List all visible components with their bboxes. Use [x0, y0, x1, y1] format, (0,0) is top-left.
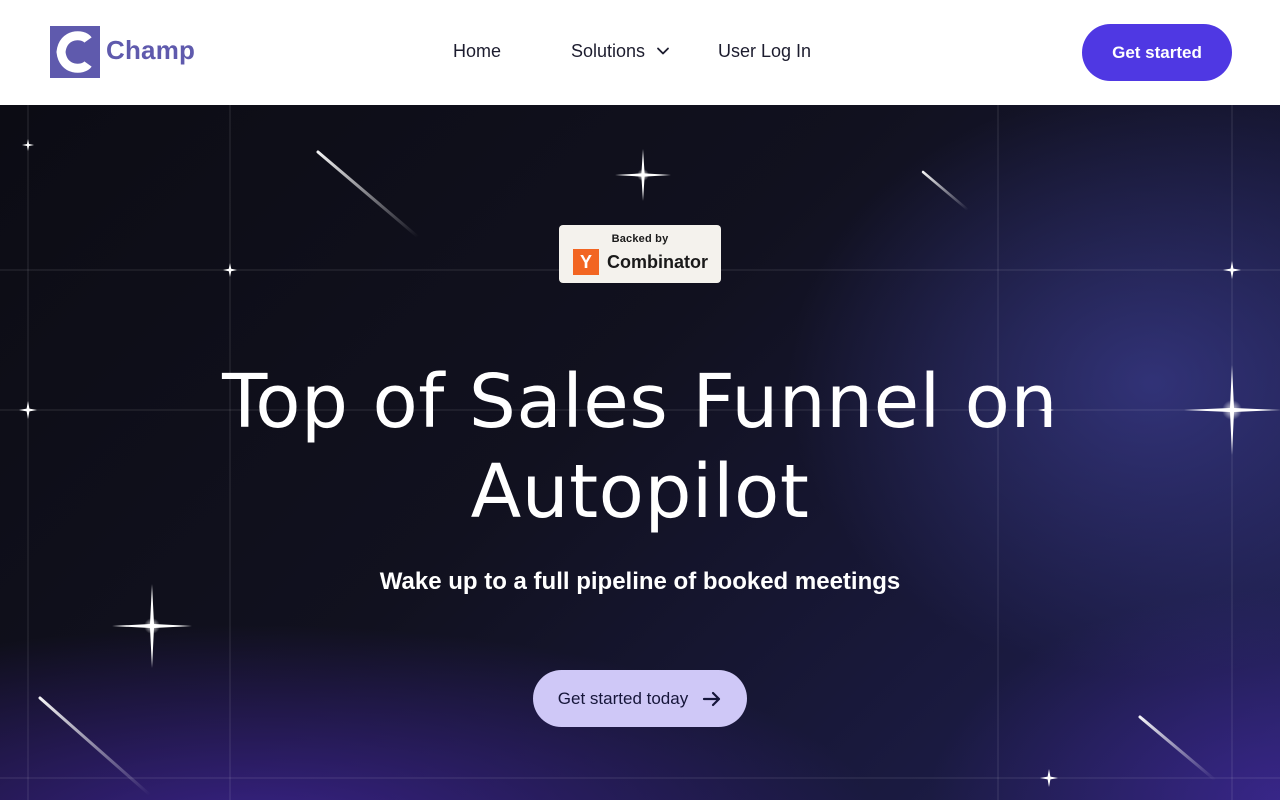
nav-home[interactable]: Home [453, 40, 501, 62]
champ-logo-icon [50, 26, 100, 78]
chevron-down-icon [657, 47, 669, 55]
hero-title-line2: Autopilot [470, 449, 810, 535]
nav-solutions[interactable]: Solutions [571, 40, 670, 62]
yc-logo-icon: Y [573, 249, 599, 275]
hero-title-line1: Top of Sales Funnel on [222, 359, 1058, 445]
hero-title: Top of Sales Funnel on Autopilot [140, 357, 1140, 537]
hero-subtitle: Wake up to a full pipeline of booked mee… [379, 568, 901, 595]
badge-top-text: Backed by [611, 233, 669, 245]
hero-section: Backed by Y Combinator Top of Sales Funn… [0, 105, 1280, 800]
get-started-today-button[interactable]: Get started today [533, 670, 747, 727]
get-started-button[interactable]: Get started [1082, 24, 1232, 81]
arrow-right-icon [703, 691, 721, 706]
cta-label: Get started today [557, 688, 689, 708]
nav-solutions-label: Solutions [571, 41, 646, 61]
yc-badge: Backed by Y Combinator [559, 225, 721, 283]
brand-name: Champ [106, 34, 196, 65]
badge-name: Combinator [607, 252, 708, 272]
nav-user-login[interactable]: User Log In [718, 40, 811, 62]
site-header: Champ Home Solutions User Log In Get sta… [0, 0, 1280, 105]
logo[interactable]: Champ [50, 26, 210, 78]
